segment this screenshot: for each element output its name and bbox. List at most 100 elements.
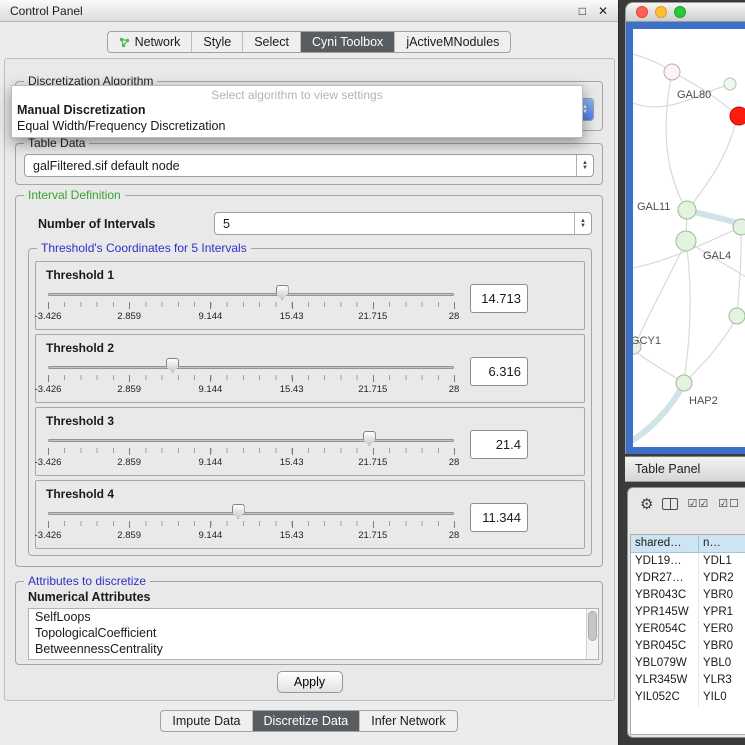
threshold-label: Threshold 1 [46,268,528,282]
table-row[interactable]: YPR145WYPR1 [631,604,745,621]
close-icon[interactable]: ✕ [598,5,608,17]
table-row[interactable]: YER054CYER0 [631,621,745,638]
node-table: shared… n… YDL19…YDL1YDR27…YDR2YBR043CYB… [630,534,745,735]
table-row[interactable]: YDL19…YDL1 [631,553,745,570]
threshold-slider[interactable]: -3.4262.8599.14415.4321.71528 [46,430,456,470]
slider-scale-label: -3.426 [35,384,62,395]
combobox-stepper-icon[interactable]: ▲▼ [576,155,593,176]
slider-scale-label: 15.43 [280,384,304,395]
network-view: GAL80 GAL11 GAL4 GCY1 HAP2 [625,22,745,454]
slider-scale-label: 21.715 [358,530,387,541]
network-node-selected[interactable] [730,107,745,125]
columns-icon[interactable] [662,498,678,510]
table-data-combobox[interactable]: galFiltered.sif default node ▲▼ [24,154,594,177]
select-all-icon[interactable]: ☑☑ [687,499,709,510]
tab-network[interactable]: Network [108,32,192,52]
network-node[interactable] [676,231,696,251]
control-panel-titlebar: Control Panel □ ✕ [0,0,618,22]
network-node[interactable] [676,375,692,391]
numerical-attributes-list[interactable]: SelfLoopsTopologicalCoefficientBetweenne… [28,608,599,660]
threshold-box: Threshold 4 -3.4262.8599.14415.4321.7152… [35,480,585,549]
close-traffic-light-icon[interactable] [636,6,648,18]
threshold-slider[interactable]: -3.4262.8599.14415.4321.71528 [46,284,456,324]
table-cell: YPR1 [699,604,745,621]
numerical-attributes-label: Numerical Attributes [28,590,150,604]
minimize-traffic-light-icon[interactable] [655,6,667,18]
table-row[interactable]: YBR045CYBR0 [631,638,745,655]
zoom-traffic-light-icon[interactable] [674,6,686,18]
network-node[interactable] [733,219,745,235]
table-row[interactable]: YDR27…YDR2 [631,570,745,587]
tab-impute-data[interactable]: Impute Data [161,711,251,731]
interval-definition-title: Interval Definition [24,188,125,202]
column-header-shared-name[interactable]: shared… [631,535,699,553]
slider-thumb-icon[interactable] [363,431,376,446]
network-graph[interactable]: GAL80 GAL11 GAL4 GCY1 HAP2 [633,29,745,447]
tab-infer-network[interactable]: Infer Network [359,711,456,731]
table-cell: YDR2 [699,570,745,587]
table-row[interactable]: YBR043CYBR0 [631,587,745,604]
apply-button[interactable]: Apply [277,671,343,693]
column-header-name[interactable]: n… [699,535,745,553]
slider-thumb-icon[interactable] [276,285,289,300]
network-node[interactable] [729,308,745,324]
gear-icon[interactable]: ⚙ [640,497,653,512]
tab-label: Select [254,35,289,49]
deselect-all-icon[interactable]: ☑☐ [718,499,740,510]
slider-thumb-icon[interactable] [166,358,179,373]
network-node[interactable] [664,64,680,80]
tab-jactivemnodules[interactable]: jActiveMNodules [394,32,510,52]
table-data-group-title: Table Data [24,136,89,150]
node-label: GAL11 [637,201,670,213]
popup-item-equal-width-frequency[interactable]: Equal Width/Frequency Discretization [12,118,582,134]
slider-scale-label: 28 [449,384,460,395]
threshold-value-field[interactable]: 14.713 [470,284,528,313]
attribute-item[interactable]: BetweennessCentrality [29,641,598,657]
control-panel-window: Control Panel □ ✕ NetworkStyle Select Cyni… [0,0,619,745]
slider-scale-label: 2.859 [117,457,141,468]
slider-scale: -3.4262.8599.14415.4321.71528 [48,384,454,395]
table-row[interactable]: YIL052CYIL0 [631,689,745,706]
list-scrollbar[interactable] [586,609,598,659]
threshold-slider[interactable]: -3.4262.8599.14415.4321.71528 [46,503,456,543]
interval-definition-group: Interval Definition Number of Intervals … [15,195,603,567]
popup-item-manual-discretization[interactable]: Manual Discretization [12,102,582,118]
tab-cyni-toolbox[interactable]: Cyni Toolbox [300,32,394,52]
table-cell: YBR045C [631,638,699,655]
tab-style[interactable]: Style [191,32,242,52]
network-node[interactable] [678,201,696,219]
table-row[interactable]: YBL079WYBL0 [631,655,745,672]
attribute-item[interactable]: SelfLoops [29,609,598,625]
threshold-value-field[interactable]: 11.344 [470,503,528,532]
table-toolbar: ⚙ ☑☑ ☑☐ [628,488,745,520]
threshold-value-field[interactable]: 6.316 [470,357,528,386]
slider-scale-label: 21.715 [358,457,387,468]
table-row[interactable]: YLR345WYLR3 [631,672,745,689]
tab-discretize-data[interactable]: Discretize Data [252,711,360,731]
combobox-stepper-icon[interactable]: ▲▼ [574,213,591,234]
table-cell: YBL079W [631,655,699,672]
network-tab-icon [119,37,130,48]
slider-scale-label: -3.426 [35,311,62,322]
slider-scale-label: 9.144 [199,384,223,395]
slider-thumb-icon[interactable] [232,504,245,519]
table-cell: YBR0 [699,638,745,655]
tab-label: Cyni Toolbox [312,35,383,49]
algorithm-dropdown-popup: Select algorithm to view settings Manual… [11,85,583,138]
threshold-box: Threshold 2 -3.4262.8599.14415.4321.7152… [35,334,585,403]
table-data-combobox-value: galFiltered.sif default node [25,159,576,173]
threshold-label: Threshold 2 [46,341,528,355]
number-of-intervals-combobox[interactable]: 5 ▲▼ [214,212,592,235]
float-window-icon[interactable]: □ [579,5,586,17]
threshold-slider[interactable]: -3.4262.8599.14415.4321.71528 [46,357,456,397]
control-panel-title: Control Panel [10,4,567,18]
table-cell: YER054C [631,621,699,638]
network-canvas[interactable]: GAL80 GAL11 GAL4 GCY1 HAP2 [633,29,745,447]
threshold-value-field[interactable]: 21.4 [470,430,528,459]
slider-scale-label: 9.144 [199,311,223,322]
scrollbar-thumb[interactable] [588,611,597,641]
attribute-item[interactable]: TopologicalCoefficient [29,625,598,641]
network-window-titlebar[interactable] [625,2,745,22]
tab-select[interactable]: Select [242,32,300,52]
network-node[interactable] [724,78,736,90]
